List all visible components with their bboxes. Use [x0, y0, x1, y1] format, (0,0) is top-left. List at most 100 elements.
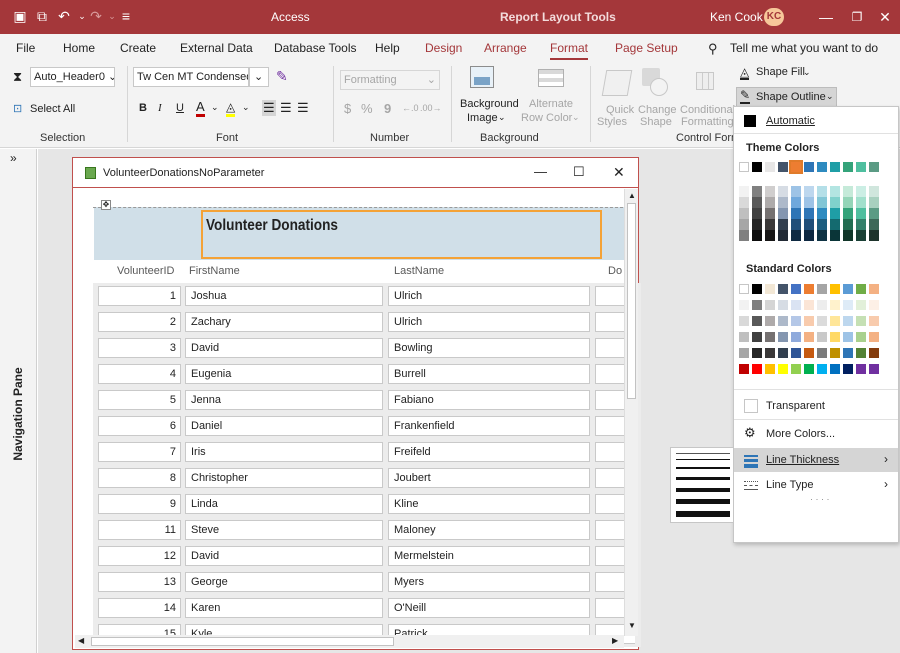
theme-color-shade-swatch[interactable]: [856, 197, 866, 208]
tab-external-data[interactable]: External Data: [180, 41, 253, 55]
theme-color-shade-swatch[interactable]: [739, 186, 749, 197]
first-name-cell[interactable]: Steve: [185, 520, 383, 540]
theme-color-swatch[interactable]: [789, 160, 803, 174]
shape-fill-button[interactable]: Shape Fill: [756, 66, 805, 78]
standard-color-swatch[interactable]: [817, 348, 827, 358]
scroll-right-icon[interactable]: ▶: [612, 636, 618, 645]
standard-color-swatch[interactable]: [765, 316, 775, 326]
tab-home[interactable]: Home: [63, 41, 95, 55]
theme-color-shade-swatch[interactable]: [778, 197, 788, 208]
theme-color-swatch[interactable]: [843, 162, 853, 172]
object-combo[interactable]: Auto_Header0 ⌄: [30, 67, 115, 87]
theme-color-shade-swatch[interactable]: [752, 230, 762, 241]
expand-nav-icon[interactable]: »: [10, 151, 17, 165]
theme-color-shade-swatch[interactable]: [843, 219, 853, 230]
tab-arrange[interactable]: Arrange: [484, 41, 527, 55]
theme-color-shade-swatch[interactable]: [778, 208, 788, 219]
theme-color-shade-swatch[interactable]: [804, 197, 814, 208]
volunteer-id-cell[interactable]: 6: [98, 416, 181, 436]
standard-color-swatch[interactable]: [804, 364, 814, 374]
theme-color-swatch[interactable]: [752, 162, 762, 172]
standard-color-swatch[interactable]: [791, 300, 801, 310]
theme-color-swatch[interactable]: [817, 162, 827, 172]
first-name-cell[interactable]: Karen: [185, 598, 383, 618]
first-name-cell[interactable]: David: [185, 546, 383, 566]
theme-color-swatch[interactable]: [739, 162, 749, 172]
user-name[interactable]: Ken Cook: [710, 10, 763, 24]
tab-design[interactable]: Design: [425, 41, 462, 55]
tab-format[interactable]: Format: [550, 41, 589, 61]
standard-color-swatch[interactable]: [778, 316, 788, 326]
volunteer-id-cell[interactable]: 2: [98, 312, 181, 332]
theme-color-shade-swatch[interactable]: [739, 219, 749, 230]
scroll-down-icon[interactable]: ▼: [628, 621, 636, 630]
last-name-cell[interactable]: Maloney: [388, 520, 590, 540]
shape-fill-icon[interactable]: ◬: [740, 66, 750, 80]
standard-color-swatch[interactable]: [765, 348, 775, 358]
format-painter-icon[interactable]: ✎: [276, 68, 288, 85]
standard-color-swatch[interactable]: [791, 348, 801, 358]
background-image-button[interactable]: Background: [460, 98, 519, 110]
tab-page-setup[interactable]: Page Setup: [615, 41, 678, 55]
more-colors-item[interactable]: More Colors...: [766, 428, 835, 440]
theme-color-shade-swatch[interactable]: [765, 230, 775, 241]
standard-color-swatch[interactable]: [804, 284, 814, 294]
standard-color-swatch[interactable]: [739, 364, 749, 374]
column-header-lastname[interactable]: LastName: [394, 265, 444, 277]
theme-color-shade-swatch[interactable]: [817, 219, 827, 230]
maximize-icon[interactable]: ☐: [573, 164, 585, 180]
align-left-icon[interactable]: ☰: [262, 100, 276, 116]
standard-color-swatch[interactable]: [817, 284, 827, 294]
theme-color-shade-swatch[interactable]: [791, 197, 801, 208]
standard-color-swatch[interactable]: [830, 364, 840, 374]
font-name-combo[interactable]: Tw Cen MT Condensed ⌄ 18: [133, 67, 249, 87]
theme-color-swatch[interactable]: [856, 162, 866, 172]
theme-color-shade-swatch[interactable]: [830, 197, 840, 208]
last-name-cell[interactable]: O'Neill: [388, 598, 590, 618]
fill-color-icon[interactable]: ◬: [226, 100, 236, 117]
theme-color-shade-swatch[interactable]: [804, 219, 814, 230]
theme-color-shade-swatch[interactable]: [856, 186, 866, 197]
theme-color-shade-swatch[interactable]: [739, 197, 749, 208]
theme-color-shade-swatch[interactable]: [791, 219, 801, 230]
standard-color-swatch[interactable]: [739, 284, 749, 294]
standard-color-swatch[interactable]: [830, 316, 840, 326]
tab-file[interactable]: File: [16, 41, 35, 55]
standard-color-swatch[interactable]: [856, 284, 866, 294]
theme-color-shade-swatch[interactable]: [739, 230, 749, 241]
theme-color-shade-swatch[interactable]: [843, 197, 853, 208]
first-name-cell[interactable]: David: [185, 338, 383, 358]
first-name-cell[interactable]: Zachary: [185, 312, 383, 332]
theme-color-shade-swatch[interactable]: [843, 186, 853, 197]
standard-color-swatch[interactable]: [752, 332, 762, 342]
vertical-scrollbar[interactable]: ▲ ▼: [624, 189, 638, 636]
theme-color-shade-swatch[interactable]: [739, 208, 749, 219]
first-name-cell[interactable]: Eugenia: [185, 364, 383, 384]
theme-color-shade-swatch[interactable]: [869, 219, 879, 230]
standard-color-swatch[interactable]: [817, 316, 827, 326]
standard-color-swatch[interactable]: [817, 332, 827, 342]
theme-color-shade-swatch[interactable]: [791, 208, 801, 219]
theme-color-shade-swatch[interactable]: [765, 219, 775, 230]
theme-color-shade-swatch[interactable]: [830, 186, 840, 197]
align-right-icon[interactable]: ☰: [297, 100, 309, 116]
first-name-cell[interactable]: Linda: [185, 494, 383, 514]
volunteer-id-cell[interactable]: 4: [98, 364, 181, 384]
standard-color-swatch[interactable]: [791, 316, 801, 326]
theme-color-shade-swatch[interactable]: [817, 186, 827, 197]
restore-icon[interactable]: ❐: [847, 7, 867, 27]
standard-color-swatch[interactable]: [765, 332, 775, 342]
first-name-cell[interactable]: George: [185, 572, 383, 592]
theme-color-shade-swatch[interactable]: [817, 230, 827, 241]
select-all-button[interactable]: Select All: [30, 103, 75, 115]
standard-color-swatch[interactable]: [869, 332, 879, 342]
report-title-box[interactable]: Volunteer Donations: [201, 210, 602, 259]
standard-color-swatch[interactable]: [817, 300, 827, 310]
standard-color-swatch[interactable]: [856, 300, 866, 310]
line-thickness-option[interactable]: [676, 467, 730, 469]
last-name-cell[interactable]: Kline: [388, 494, 590, 514]
font-size-dropdown-icon[interactable]: ⌄: [249, 67, 269, 87]
standard-color-swatch[interactable]: [778, 348, 788, 358]
theme-color-shade-swatch[interactable]: [843, 208, 853, 219]
standard-color-swatch[interactable]: [778, 284, 788, 294]
